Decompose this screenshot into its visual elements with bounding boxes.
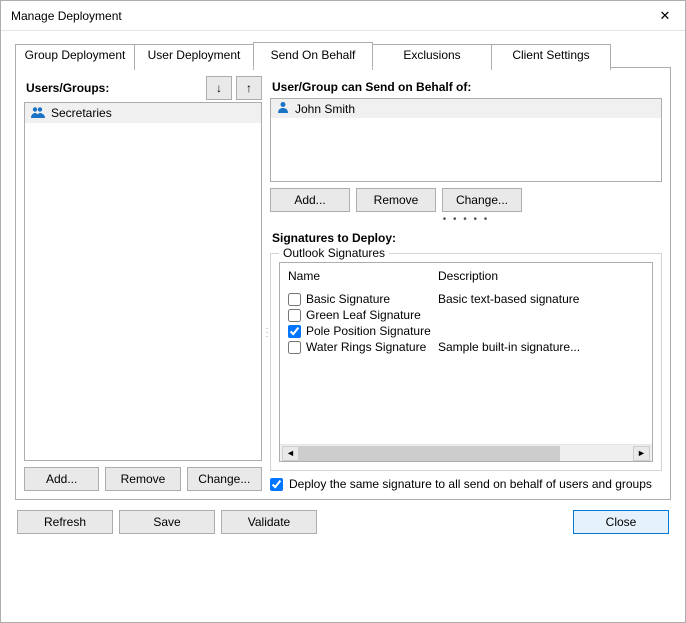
- table-row[interactable]: Pole Position Signature: [288, 323, 644, 339]
- list-item[interactable]: John Smith: [271, 99, 661, 118]
- list-item[interactable]: Secretaries: [25, 103, 261, 123]
- send-on-behalf-list[interactable]: John Smith: [270, 98, 662, 182]
- save-button[interactable]: Save: [119, 510, 215, 534]
- column-name[interactable]: Name: [288, 269, 438, 283]
- table-row[interactable]: Water Rings SignatureSample built-in sig…: [288, 339, 644, 355]
- tab-exclusions[interactable]: Exclusions: [372, 44, 492, 70]
- tab-group-deployment[interactable]: Group Deployment: [15, 44, 135, 70]
- scroll-thumb[interactable]: [299, 446, 560, 461]
- signature-checkbox[interactable]: [288, 341, 301, 354]
- left-panel: Users/Groups: ↓ ↑ Secretaries: [24, 76, 262, 491]
- signatures-body: Basic SignatureBasic text-based signatur…: [280, 291, 652, 444]
- validate-button[interactable]: Validate: [221, 510, 317, 534]
- signature-name: Water Rings Signature: [306, 340, 438, 354]
- scroll-right-icon[interactable]: ►: [633, 446, 650, 461]
- change-user-group-button[interactable]: Change...: [187, 467, 262, 491]
- signatures-header: Name Description: [280, 263, 652, 291]
- horizontal-scrollbar[interactable]: ◄ ►: [280, 444, 652, 461]
- close-icon[interactable]: ✕: [653, 8, 677, 24]
- deploy-same-label[interactable]: Deploy the same signature to all send on…: [289, 477, 652, 491]
- horizontal-splitter-icon[interactable]: • • • • •: [270, 214, 662, 225]
- send-on-behalf-buttons: Add... Remove Change...: [270, 188, 662, 212]
- signature-desc: Basic text-based signature: [438, 292, 644, 306]
- signature-checkbox[interactable]: [288, 325, 301, 338]
- deploy-same-checkbox-row: Deploy the same signature to all send on…: [270, 477, 662, 491]
- content-area: Group Deployment User Deployment Send On…: [1, 31, 685, 544]
- move-up-button[interactable]: ↑: [236, 76, 262, 100]
- change-sob-button[interactable]: Change...: [442, 188, 522, 212]
- signatures-table[interactable]: Name Description Basic SignatureBasic te…: [279, 262, 653, 462]
- remove-sob-button[interactable]: Remove: [356, 188, 436, 212]
- bottom-bar: Refresh Save Validate Close: [15, 510, 671, 534]
- signature-name: Pole Position Signature: [306, 324, 438, 338]
- tab-body: Users/Groups: ↓ ↑ Secretaries: [15, 68, 671, 500]
- remove-user-group-button[interactable]: Remove: [105, 467, 180, 491]
- signature-name: Green Leaf Signature: [306, 308, 438, 322]
- deploy-same-checkbox[interactable]: [270, 478, 283, 491]
- users-groups-list[interactable]: Secretaries: [24, 102, 262, 461]
- users-groups-label: Users/Groups:: [26, 81, 109, 95]
- signature-name: Basic Signature: [306, 292, 438, 306]
- arrow-down-icon: ↓: [216, 81, 222, 95]
- list-item-label: John Smith: [295, 102, 355, 116]
- table-row[interactable]: Green Leaf Signature: [288, 307, 644, 323]
- column-description[interactable]: Description: [438, 269, 644, 283]
- signatures-label: Signatures to Deploy:: [272, 231, 662, 245]
- add-sob-button[interactable]: Add...: [270, 188, 350, 212]
- move-down-button[interactable]: ↓: [206, 76, 232, 100]
- window-title: Manage Deployment: [11, 9, 122, 23]
- signature-checkbox[interactable]: [288, 293, 301, 306]
- group-icon: [31, 105, 45, 121]
- add-user-group-button[interactable]: Add...: [24, 467, 99, 491]
- refresh-button[interactable]: Refresh: [17, 510, 113, 534]
- fieldset-legend: Outlook Signatures: [279, 246, 389, 260]
- list-item-label: Secretaries: [51, 106, 112, 120]
- tab-client-settings[interactable]: Client Settings: [491, 44, 611, 70]
- signature-desc: Sample built-in signature...: [438, 340, 644, 354]
- table-row[interactable]: Basic SignatureBasic text-based signatur…: [288, 291, 644, 307]
- tab-user-deployment[interactable]: User Deployment: [134, 44, 254, 70]
- person-icon: [277, 101, 289, 116]
- close-button[interactable]: Close: [573, 510, 669, 534]
- arrow-up-icon: ↑: [246, 81, 252, 95]
- signature-checkbox[interactable]: [288, 309, 301, 322]
- send-on-behalf-label: User/Group can Send on Behalf of:: [272, 80, 662, 94]
- right-panel: ··· User/Group can Send on Behalf of: Jo…: [270, 76, 662, 491]
- tab-send-on-behalf[interactable]: Send On Behalf: [253, 42, 373, 68]
- tab-strip: Group Deployment User Deployment Send On…: [15, 41, 671, 68]
- users-groups-buttons: Add... Remove Change...: [24, 467, 262, 491]
- scroll-track[interactable]: [299, 446, 633, 461]
- outlook-signatures-group: Outlook Signatures Name Description Basi…: [270, 253, 662, 471]
- titlebar: Manage Deployment ✕: [1, 1, 685, 31]
- scroll-left-icon[interactable]: ◄: [282, 446, 299, 461]
